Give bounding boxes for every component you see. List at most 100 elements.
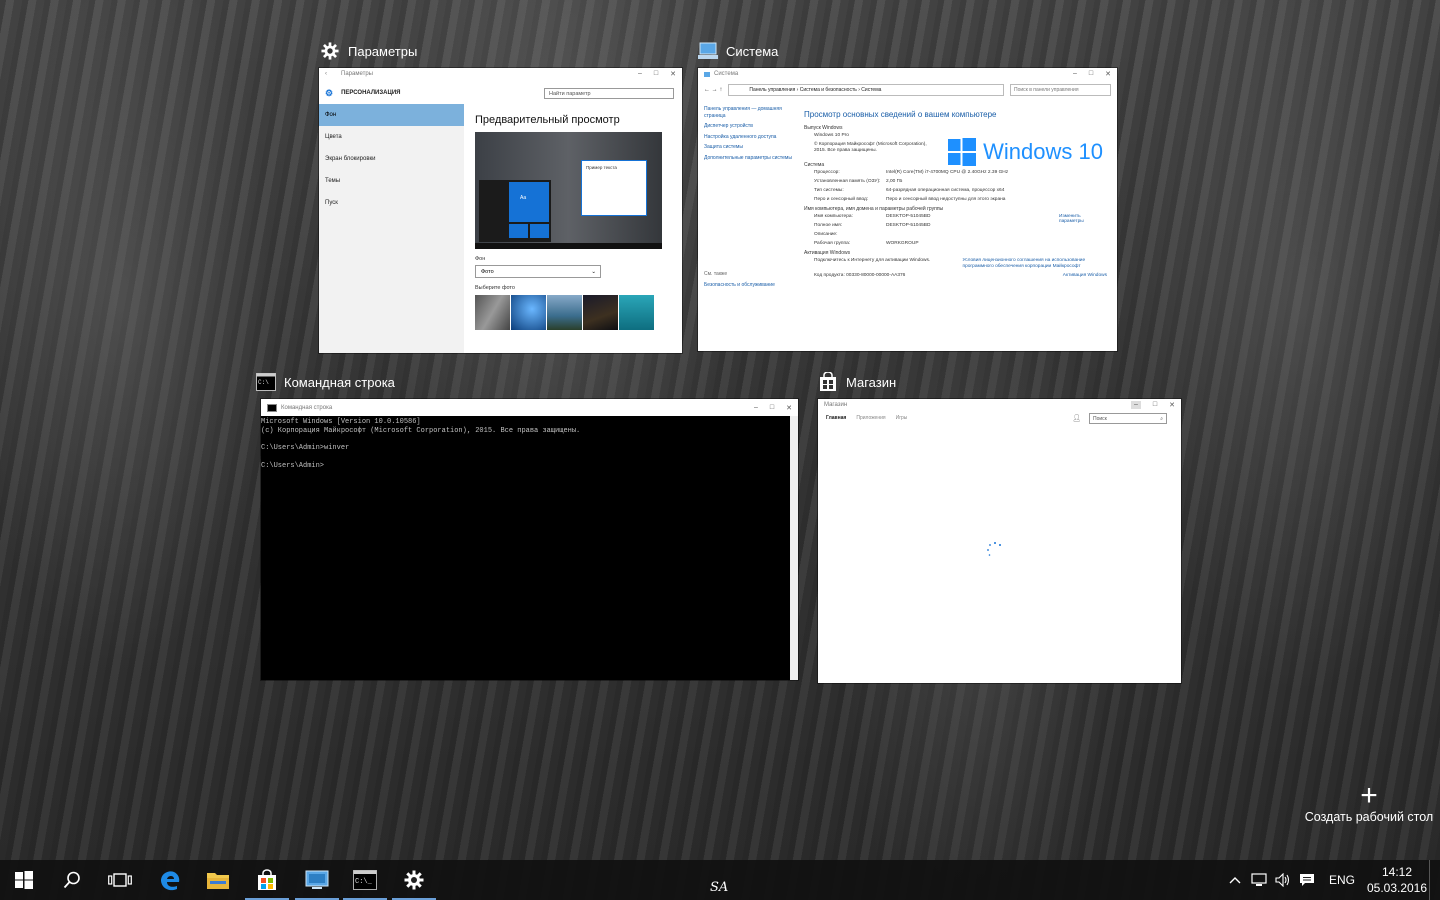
- user-icon[interactable]: 👤︎: [1072, 414, 1081, 422]
- name-key: Полное имя:: [814, 223, 843, 228]
- photo-thumb[interactable]: [583, 295, 618, 330]
- cmd-window[interactable]: Командная строка – □ ✕ Microsoft Windows […: [261, 399, 798, 680]
- cmd-button[interactable]: C:\_: [341, 860, 389, 900]
- activation-section: Активация Windows: [804, 250, 851, 256]
- maximize-icon[interactable]: □: [1153, 401, 1157, 409]
- volume-icon[interactable]: [1271, 860, 1295, 900]
- svg-text:C:\_: C:\_: [355, 878, 373, 886]
- console-output[interactable]: Microsoft Windows [Version 10.0.10586] (…: [261, 416, 798, 470]
- show-desktop-button[interactable]: [1429, 860, 1440, 900]
- minimize-icon[interactable]: –: [1073, 70, 1077, 78]
- nav-item-start[interactable]: Пуск: [319, 192, 464, 214]
- device-manager-link[interactable]: Диспетчер устройств: [704, 123, 794, 130]
- store-thumb-title[interactable]: Магазин: [818, 372, 896, 392]
- nav-item-lockscreen[interactable]: Экран блокировки: [319, 148, 464, 170]
- new-desktop-button[interactable]: + Создать рабочий стол: [1304, 779, 1434, 825]
- logo-text: Windows 10: [983, 139, 1103, 164]
- copyright-text: © Корпорация Майкрософт (Microsoft Corpo…: [814, 142, 927, 153]
- spec-value: 64-разрядная операционная система, проце…: [886, 188, 1005, 193]
- system-app-button[interactable]: [293, 860, 341, 900]
- maximize-icon[interactable]: □: [770, 404, 774, 412]
- store-search-input[interactable]: Поиск ⌕: [1089, 413, 1167, 424]
- photo-thumb[interactable]: [547, 295, 582, 330]
- settings-window[interactable]: ‹ Параметры – □ ✕ ⚙ ПЕРСОНАЛИЗАЦИЯ Найти пар…: [319, 68, 682, 353]
- back-icon[interactable]: ‹: [325, 71, 327, 77]
- window-title: Командная строка: [284, 374, 395, 390]
- settings-thumb-title[interactable]: Параметры: [320, 41, 417, 61]
- close-icon[interactable]: ✕: [1105, 70, 1111, 78]
- titlebar-text: Командная строка: [281, 404, 333, 411]
- edge-button[interactable]: [146, 860, 194, 900]
- file-explorer-button[interactable]: [194, 860, 242, 900]
- tab-home[interactable]: Главная: [826, 415, 846, 421]
- advanced-settings-link[interactable]: Дополнительные параметры системы: [704, 155, 794, 162]
- titlebar: Командная строка – □ ✕: [261, 399, 798, 416]
- store-icon: [258, 869, 276, 890]
- system-heading: Просмотр основных сведений о вашем компь…: [804, 110, 997, 119]
- system-left-pane: Панель управления — домашняя страница Ди…: [704, 106, 794, 292]
- store-window[interactable]: Магазин – □ ✕ Главная Приложения Игры 👤︎ П…: [818, 399, 1181, 683]
- photo-thumb[interactable]: [475, 295, 510, 330]
- settings-button[interactable]: [390, 860, 438, 900]
- search-button[interactable]: [48, 860, 96, 900]
- network-icon[interactable]: [1247, 860, 1271, 900]
- action-center-icon[interactable]: [1295, 860, 1319, 900]
- change-settings-link[interactable]: Изменить параметры: [1059, 214, 1099, 224]
- cmd-icon: [267, 403, 277, 412]
- search-input[interactable]: Найти параметр: [544, 87, 674, 99]
- system-computer-icon: [698, 41, 718, 61]
- cmd-thumb-title[interactable]: C:\ Командная строка: [256, 372, 395, 392]
- scrollbar[interactable]: [790, 416, 798, 680]
- edge-icon: [161, 871, 180, 891]
- store-button[interactable]: [243, 860, 291, 900]
- system-thumb-title[interactable]: Система: [698, 41, 778, 61]
- preview-tile: [530, 224, 549, 238]
- edition-value: Windows 10 Pro: [814, 133, 849, 138]
- minimize-icon[interactable]: –: [638, 70, 642, 78]
- remote-settings-link[interactable]: Настройка удаленного доступа: [704, 134, 794, 141]
- clock[interactable]: 14:12 05.03.2016: [1365, 864, 1429, 896]
- sample-text: Пример текста: [586, 165, 617, 170]
- license-link[interactable]: Условия лицензионного соглашения на испо…: [963, 258, 1112, 270]
- tab-apps[interactable]: Приложения: [856, 415, 885, 421]
- bg-dropdown[interactable]: Фото ⌄: [475, 265, 601, 278]
- cp-home-link[interactable]: Панель управления — домашняя страница: [704, 106, 794, 119]
- system-protection-link[interactable]: Защита системы: [704, 144, 794, 151]
- close-icon[interactable]: ✕: [1169, 401, 1175, 409]
- close-icon[interactable]: ✕: [670, 70, 676, 78]
- search-input[interactable]: Поиск в панели управления: [1010, 84, 1111, 96]
- photo-thumb[interactable]: [619, 295, 654, 330]
- search-icon: [63, 871, 80, 889]
- nav-item-colors[interactable]: Цвета: [319, 126, 464, 148]
- gear-icon: ⚙: [325, 87, 334, 98]
- plus-icon: +: [1360, 779, 1378, 812]
- close-icon[interactable]: ✕: [786, 404, 792, 412]
- activate-windows-link[interactable]: Активация Windows: [1063, 273, 1107, 279]
- name-key: Имя компьютера:: [814, 214, 853, 219]
- language-indicator[interactable]: ENG: [1319, 873, 1365, 887]
- titlebar-text: Параметры: [341, 71, 373, 77]
- system-window[interactable]: Система – □ ✕ ← → ↑ Панель управления › Си…: [698, 68, 1117, 351]
- maximize-icon[interactable]: □: [1089, 70, 1093, 78]
- minimize-icon[interactable]: –: [1130, 401, 1141, 409]
- security-maintenance-link[interactable]: Безопасность и обслуживание: [704, 282, 794, 289]
- nav-arrows-icon[interactable]: ← → ↑: [704, 87, 722, 93]
- activation-text: Подключитесь к Интернету для активации W…: [814, 258, 931, 263]
- address-bar[interactable]: Панель управления › Система и безопаснос…: [728, 84, 1004, 96]
- name-section: Имя компьютера, имя домена и параметры р…: [804, 206, 944, 212]
- spec-key: Установленная память (ОЗУ):: [814, 179, 881, 184]
- start-button[interactable]: [0, 860, 48, 900]
- nav-item-themes[interactable]: Темы: [319, 170, 464, 192]
- name-value: WORKGROUP: [886, 241, 919, 246]
- maximize-icon[interactable]: □: [654, 70, 658, 78]
- task-view-icon: [108, 873, 132, 887]
- photo-thumb[interactable]: [511, 295, 546, 330]
- nav-item-background[interactable]: Фон: [319, 104, 464, 126]
- task-view-button[interactable]: [96, 860, 144, 900]
- chevron-up-icon[interactable]: [1223, 860, 1247, 900]
- minimize-icon[interactable]: –: [754, 404, 758, 412]
- system-icon: [704, 71, 710, 77]
- bg-label: Фон: [475, 256, 486, 262]
- tab-games[interactable]: Игры: [896, 415, 908, 421]
- windows-logo-icon: [948, 138, 977, 166]
